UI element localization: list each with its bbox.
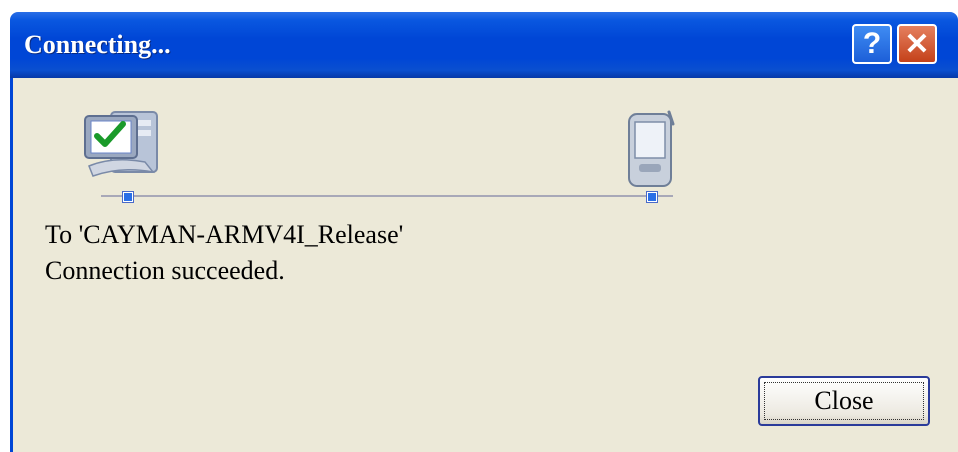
title-bar[interactable]: Connecting... ? ✕: [10, 12, 958, 78]
connection-node-left: [123, 192, 133, 202]
dialog-body: To 'CAYMAN-ARMV4I_Release' Connection su…: [10, 78, 958, 452]
pocket-pc-device-icon: [628, 110, 675, 187]
connection-line: [101, 195, 673, 197]
window-title: Connecting...: [24, 30, 171, 59]
computer-check-icon: [84, 111, 158, 177]
target-text: To 'CAYMAN-ARMV4I_Release': [45, 220, 404, 249]
status-text: Connection succeeded.: [45, 256, 285, 285]
help-button[interactable]: ?: [852, 24, 892, 64]
connecting-dialog: Connecting... ? ✕ To 'CAYMAN-ARMV4I_Rele…: [0, 0, 958, 452]
title-close-button[interactable]: ✕: [897, 24, 937, 64]
connection-node-right: [647, 192, 657, 202]
close-button[interactable]: Close: [758, 376, 930, 426]
